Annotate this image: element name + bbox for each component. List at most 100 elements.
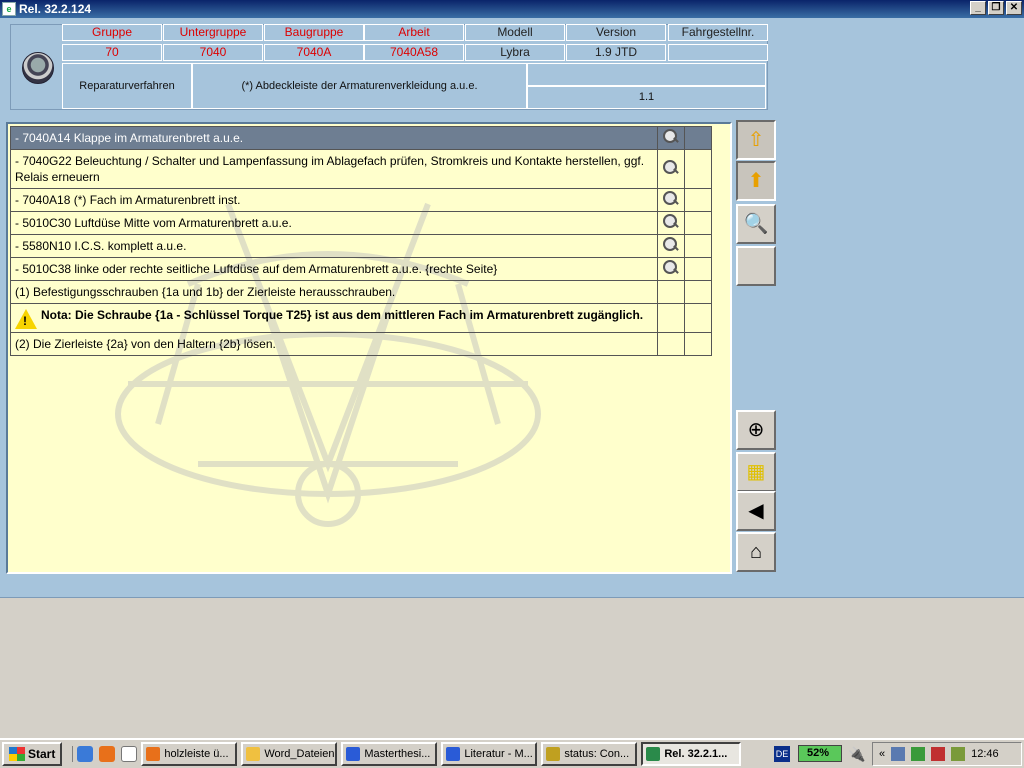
taskbar-item[interactable]: Masterthesi... bbox=[341, 742, 438, 766]
header-label-6: Fahrgestellnr. bbox=[668, 24, 768, 41]
taskbar-item[interactable]: Rel. 32.2.1... bbox=[641, 742, 742, 766]
start-button[interactable]: Start bbox=[2, 742, 63, 766]
step-text: - 7040A18 (*) Fach im Armaturenbrett ins… bbox=[15, 193, 241, 207]
extra-cell bbox=[683, 149, 713, 189]
page-up-button[interactable]: ⇧ bbox=[736, 120, 776, 160]
repair-steps-panel: - 7040A14 Klappe im Armaturenbrett a.u.e… bbox=[6, 122, 732, 574]
step-text-cell: - 7040G22 Beleuchtung / Schalter und Lam… bbox=[10, 149, 658, 189]
step-text-cell: - 7040A14 Klappe im Armaturenbrett a.u.e… bbox=[10, 126, 658, 150]
language-indicator[interactable]: DE bbox=[774, 746, 790, 762]
step-row[interactable]: - 5010C30 Luftdüse Mitte vom Armaturenbr… bbox=[10, 211, 713, 235]
step-text-cell: - 7040A18 (*) Fach im Armaturenbrett ins… bbox=[10, 188, 658, 212]
app-icon: e bbox=[2, 2, 16, 16]
step-text: Nota: Die Schraube {1a - Schlüssel Torqu… bbox=[41, 308, 644, 322]
extra-cell bbox=[683, 211, 713, 235]
step-row: (2) Die Zierleiste {2a} von den Haltern … bbox=[10, 332, 713, 356]
note-row: ! Nota: Die Schraube {1a - Schlüssel Torq… bbox=[10, 303, 713, 333]
header-empty-cell bbox=[527, 63, 766, 86]
taskbar-item-icon bbox=[146, 747, 161, 761]
taskbar-item-label: Word_Dateien bbox=[264, 748, 335, 760]
restore-button[interactable]: ❐ bbox=[988, 1, 1004, 15]
close-button[interactable]: ✕ bbox=[1006, 1, 1022, 15]
search-button[interactable]: 🔍 bbox=[736, 204, 776, 244]
step-row[interactable]: - 7040A18 (*) Fach im Armaturenbrett ins… bbox=[10, 188, 713, 212]
step-text-cell: (2) Die Zierleiste {2a} von den Haltern … bbox=[10, 332, 658, 356]
ie-icon[interactable] bbox=[77, 746, 94, 762]
extra-cell bbox=[683, 234, 713, 258]
step-row[interactable]: - 7040A14 Klappe im Armaturenbrett a.u.e… bbox=[10, 126, 713, 150]
document-icon[interactable] bbox=[121, 746, 138, 762]
magnifier-cell[interactable] bbox=[656, 211, 685, 235]
home-car-icon: ⌂ bbox=[749, 541, 763, 563]
zoom-in-icon: ⊕ bbox=[747, 419, 765, 441]
extra-cell bbox=[683, 332, 713, 356]
level-up-button[interactable]: ⬆ bbox=[736, 161, 776, 201]
step-text-cell: ! Nota: Die Schraube {1a - Schlüssel Torq… bbox=[10, 303, 658, 333]
magnifier-icon[interactable] bbox=[662, 213, 679, 230]
minimize-button[interactable]: _ bbox=[970, 1, 986, 15]
magnifier-cell[interactable] bbox=[656, 257, 685, 281]
signal-icon[interactable] bbox=[911, 747, 926, 761]
version-number: 1.1 bbox=[527, 86, 766, 109]
header-value-2: 7040A bbox=[264, 44, 364, 61]
network-icon[interactable] bbox=[891, 747, 906, 761]
magnifier-cell[interactable] bbox=[656, 234, 685, 258]
clock: 12:46 bbox=[971, 748, 999, 760]
magnifier-icon[interactable] bbox=[662, 159, 679, 176]
parts-icon: ▦ bbox=[746, 461, 766, 483]
procedure-title: (*) Abdeckleiste der Armaturenverkleidun… bbox=[192, 63, 527, 109]
taskbar-item-label: status: Con... bbox=[564, 748, 630, 760]
power-plug-icon: 🔌 bbox=[848, 746, 866, 762]
taskbar-item-icon bbox=[346, 747, 361, 761]
extra-cell bbox=[683, 303, 713, 333]
step-row[interactable]: - 7040G22 Beleuchtung / Schalter und Lam… bbox=[10, 149, 713, 189]
magnifier-icon[interactable] bbox=[662, 128, 679, 145]
step-text: - 7040G22 Beleuchtung / Schalter und Lam… bbox=[15, 154, 645, 184]
status-strip bbox=[0, 578, 1024, 598]
step-row[interactable]: - 5010C38 linke oder rechte seitliche Lu… bbox=[10, 257, 713, 281]
header-value-6 bbox=[668, 44, 768, 61]
procedure-label: Reparaturverfahren bbox=[62, 63, 192, 109]
magnifier-icon[interactable] bbox=[662, 236, 679, 253]
quick-launch bbox=[72, 746, 138, 762]
taskbar-item-label: Masterthesi... bbox=[364, 748, 431, 760]
update-icon[interactable] bbox=[951, 747, 966, 761]
window-titlebar: e Rel. 32.2.124 _ ❐ ✕ bbox=[0, 0, 1024, 18]
step-text-cell: (1) Befestigungsschrauben {1a und 1b} de… bbox=[10, 280, 658, 304]
magnifier-cell[interactable] bbox=[656, 188, 685, 212]
header-value-5: 1.9 JTD bbox=[566, 44, 666, 61]
antivirus-icon[interactable] bbox=[931, 747, 946, 761]
extra-cell bbox=[683, 280, 713, 304]
step-text-cell: - 5010C38 linke oder rechte seitliche Lu… bbox=[10, 257, 658, 281]
empty-button[interactable] bbox=[736, 246, 776, 286]
battery-indicator: 52% bbox=[798, 745, 842, 762]
firefox-icon[interactable] bbox=[99, 746, 116, 762]
taskbar-item-label: holzleiste ü... bbox=[164, 748, 229, 760]
tray-expand-icon[interactable]: « bbox=[879, 748, 885, 760]
taskbar-item[interactable]: holzleiste ü... bbox=[141, 742, 238, 766]
back-button[interactable]: ◀ bbox=[736, 491, 776, 531]
taskbar-item[interactable]: status: Con... bbox=[541, 742, 638, 766]
home-button[interactable]: ⌂ bbox=[736, 532, 776, 572]
zoom-button[interactable]: ⊕ bbox=[736, 410, 776, 450]
header-value-4: Lybra bbox=[465, 44, 565, 61]
magnifier-cell bbox=[656, 280, 685, 304]
back-triangle-icon: ◀ bbox=[748, 500, 764, 522]
step-row[interactable]: - 5580N10 I.C.S. komplett a.u.e. bbox=[10, 234, 713, 258]
taskbar-item[interactable]: Literatur - M... bbox=[441, 742, 538, 766]
steps-table: - 7040A14 Klappe im Armaturenbrett a.u.e… bbox=[10, 126, 713, 356]
header-value-1: 7040 bbox=[163, 44, 263, 61]
magnifier-cell[interactable] bbox=[656, 149, 685, 189]
parts-button[interactable]: ▦ bbox=[736, 452, 776, 492]
magnifier-cell[interactable] bbox=[656, 126, 685, 150]
magnifier-icon[interactable] bbox=[662, 259, 679, 276]
star-arrow-up-icon: ⬆ bbox=[747, 170, 765, 192]
taskbar-item[interactable]: Word_Dateien bbox=[241, 742, 338, 766]
magnifier-icon: 🔍 bbox=[743, 213, 769, 235]
header-label-1: Untergruppe bbox=[163, 24, 263, 41]
step-text-cell: - 5580N10 I.C.S. komplett a.u.e. bbox=[10, 234, 658, 258]
magnifier-icon[interactable] bbox=[662, 190, 679, 207]
step-text-cell: - 5010C30 Luftdüse Mitte vom Armaturenbr… bbox=[10, 211, 658, 235]
header-value-3: 7040A58 bbox=[364, 44, 464, 61]
header-label-5: Version bbox=[566, 24, 666, 41]
